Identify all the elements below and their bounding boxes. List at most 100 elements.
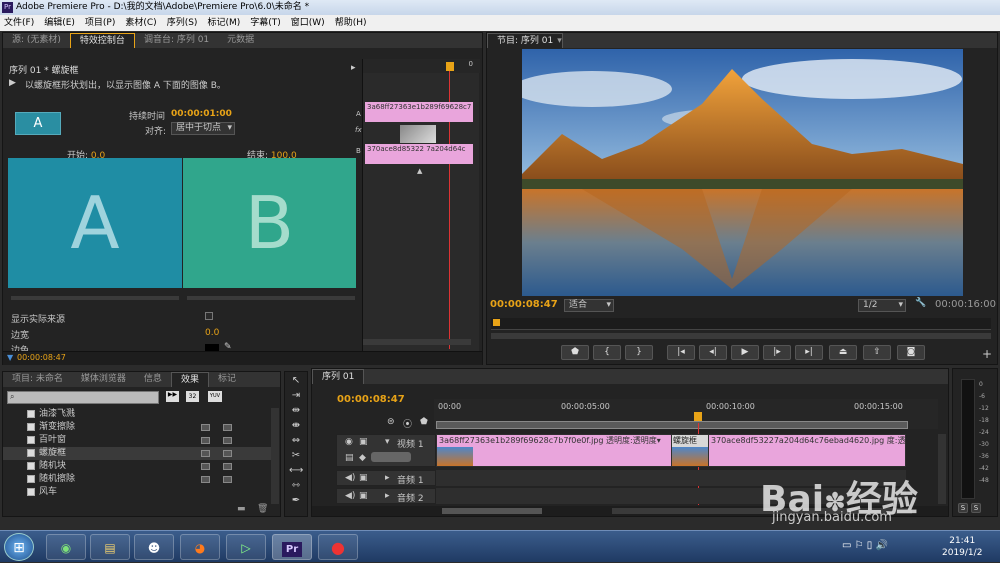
tab-markers[interactable]: 标记 — [209, 372, 245, 387]
mini-transition[interactable] — [400, 125, 436, 143]
menu-title[interactable]: 字幕(T) — [250, 15, 281, 31]
linked-selection-icon[interactable]: ⦿ — [403, 417, 412, 430]
effect-timecode[interactable]: 00:00:08:47 — [17, 353, 66, 362]
step-back-button[interactable]: ◂| — [699, 345, 727, 360]
tab-info[interactable]: 信息 — [135, 372, 171, 387]
go-to-out-button[interactable]: ▸| — [795, 345, 823, 360]
film-icon[interactable]: ▣ — [359, 437, 368, 447]
yuv-effects-icon[interactable]: YUV — [208, 391, 222, 402]
keyframe-icon[interactable]: ◆ — [359, 453, 366, 463]
display-style-icon[interactable]: ▤ — [345, 453, 354, 463]
add-button-icon[interactable]: + — [982, 347, 992, 361]
video-track-header[interactable]: ◉ ▣ ▾ 视频 1 ▤ ◆ — [336, 434, 436, 467]
quality-dropdown[interactable]: 1/2 ▾ — [858, 299, 906, 312]
expand-arrow-icon[interactable]: ▾ — [385, 437, 390, 447]
list-item[interactable]: 渐变擦除 — [3, 421, 271, 434]
fit-dropdown[interactable]: 适合 ▾ — [564, 299, 614, 312]
speaker-icon[interactable]: ◀) — [345, 473, 355, 483]
border-width-value[interactable]: 0.0 — [205, 328, 219, 338]
menu-marker[interactable]: 标记(M) — [207, 15, 240, 31]
rolling-edit-tool-icon[interactable]: ⇼ — [289, 419, 303, 432]
tab-effects[interactable]: 效果 — [170, 372, 209, 387]
slip-tool-icon[interactable]: ⟷ — [289, 464, 303, 477]
playhead-marker-icon[interactable] — [694, 412, 702, 421]
menu-help[interactable]: 帮助(H) — [335, 15, 367, 31]
mini-clip-b[interactable]: 370ace8d85322 7a204d64c — [365, 144, 473, 164]
accelerated-effects-icon[interactable]: ▶▶ — [166, 391, 179, 402]
transition-clip[interactable]: 螺旋框 — [672, 435, 708, 466]
menu-window[interactable]: 窗口(W) — [291, 15, 325, 31]
rate-stretch-tool-icon[interactable]: ⇔ — [289, 434, 303, 447]
program-zoom-bar[interactable] — [491, 333, 991, 339]
new-folder-icon[interactable]: ▬ — [237, 504, 246, 514]
list-item[interactable]: 油漆飞溅 — [3, 408, 271, 421]
start-button[interactable]: ⊞ — [4, 533, 34, 561]
tab-source[interactable]: 源: (无素材) — [3, 33, 70, 48]
menu-file[interactable]: 文件(F) — [4, 15, 34, 31]
program-playhead-icon[interactable] — [493, 319, 500, 326]
lift-button[interactable]: ⏏ — [829, 345, 857, 360]
tab-program[interactable]: 节目: 序列 01 — [487, 33, 564, 48]
collapse-arrow-icon[interactable]: ▸ — [351, 63, 356, 73]
system-clock[interactable]: 21:41 2019/1/2 — [942, 535, 982, 559]
list-item[interactable]: 风车 — [3, 486, 271, 499]
add-marker-icon[interactable]: ⬟ — [420, 417, 428, 427]
work-area-bar[interactable] — [436, 421, 908, 429]
duration-value[interactable]: 00:00:01:00 — [171, 109, 232, 119]
clip-2[interactable]: 370ace8df53227a204d64c76ebad4620.jpg 度:透… — [709, 435, 905, 466]
tab-media-browser[interactable]: 媒体浏览器 — [72, 372, 135, 387]
selection-tool-icon[interactable]: ↖ — [289, 374, 303, 387]
track-lock-icon[interactable]: ▣ — [359, 473, 368, 483]
solo-left-button[interactable]: S — [958, 503, 968, 513]
track-lock-icon[interactable]: ▣ — [359, 491, 368, 501]
play-button[interactable]: ▶ — [731, 345, 759, 360]
mini-clip-a[interactable]: 3a68ff27363e1b289f69628c7 — [365, 102, 473, 122]
tray-icons[interactable]: ▭ ⚐ ▯ 🔊 — [842, 540, 888, 551]
export-frame-button[interactable]: ◙ — [897, 345, 925, 360]
keyframe-nav[interactable] — [371, 452, 411, 462]
ripple-edit-tool-icon[interactable]: ⇹ — [289, 404, 303, 417]
razor-tool-icon[interactable]: ✂ — [289, 449, 303, 462]
add-marker-button[interactable]: ⬟ — [561, 345, 589, 360]
taskbar-recorder-icon[interactable]: ● — [318, 534, 358, 560]
taskbar-qq-icon[interactable]: ☻ — [134, 534, 174, 560]
timeline-ruler[interactable]: 00:00 00:00:05:00 00:00:10:00 00:00:15:0… — [434, 399, 938, 429]
clip-1[interactable]: 3a68ff27363e1b289f69628c7b7f0e0f.jpg 透明度… — [437, 435, 671, 466]
mini-scrollbar[interactable] — [363, 339, 471, 345]
slide-tool-icon[interactable]: ⇿ — [289, 479, 303, 492]
extract-button[interactable]: ⇧ — [863, 345, 891, 360]
tab-audio-mixer[interactable]: 调音台: 序列 01 — [135, 33, 218, 48]
timeline-vscroll[interactable] — [938, 434, 946, 504]
audio-track-2-header[interactable]: ◀) ▣ ▸ 音频 2 — [336, 488, 436, 504]
solo-right-button[interactable]: S — [971, 503, 981, 513]
play-transition-icon[interactable]: ▶ — [9, 78, 16, 88]
expand-arrow-icon[interactable]: ▸ — [385, 491, 390, 501]
tab-effect-controls[interactable]: 特效控制台 — [69, 33, 135, 48]
program-timecode[interactable]: 00:00:08:47 — [490, 299, 558, 310]
start-slider[interactable] — [11, 296, 179, 300]
mark-out-button[interactable]: } — [625, 345, 653, 360]
taskbar-360-icon[interactable]: ◉ — [46, 534, 86, 560]
step-forward-button[interactable]: |▸ — [763, 345, 791, 360]
32bit-effects-icon[interactable]: 32 — [186, 391, 199, 402]
eye-icon[interactable]: ◉ — [345, 437, 353, 447]
taskbar-explorer-icon[interactable]: ▤ — [90, 534, 130, 560]
mark-in-button[interactable]: { — [593, 345, 621, 360]
tab-sequence[interactable]: 序列 01 — [312, 369, 365, 384]
expand-arrow-icon[interactable]: ▸ — [385, 473, 390, 483]
list-item[interactable]: 百叶窗 — [3, 434, 271, 447]
track-select-tool-icon[interactable]: ⇥ — [289, 389, 303, 402]
taskbar-firefox-icon[interactable]: ◕ — [180, 534, 220, 560]
end-slider[interactable] — [187, 296, 355, 300]
timeline-zoom-slider[interactable] — [442, 508, 542, 514]
effects-scrollbar[interactable] — [271, 408, 279, 504]
tab-metadata[interactable]: 元数据 — [218, 33, 263, 48]
timeline-timecode[interactable]: 00:00:08:47 — [337, 394, 405, 405]
border-color-swatch[interactable] — [205, 344, 219, 351]
speaker-icon[interactable]: ◀) — [345, 491, 355, 501]
snap-icon[interactable]: ⊜ — [387, 417, 395, 427]
playhead-marker-icon[interactable] — [446, 62, 454, 71]
menu-edit[interactable]: 编辑(E) — [44, 15, 75, 31]
tab-project[interactable]: 项目: 未命名 — [3, 372, 72, 387]
align-dropdown[interactable]: 居中于切点 ▾ — [171, 122, 235, 135]
